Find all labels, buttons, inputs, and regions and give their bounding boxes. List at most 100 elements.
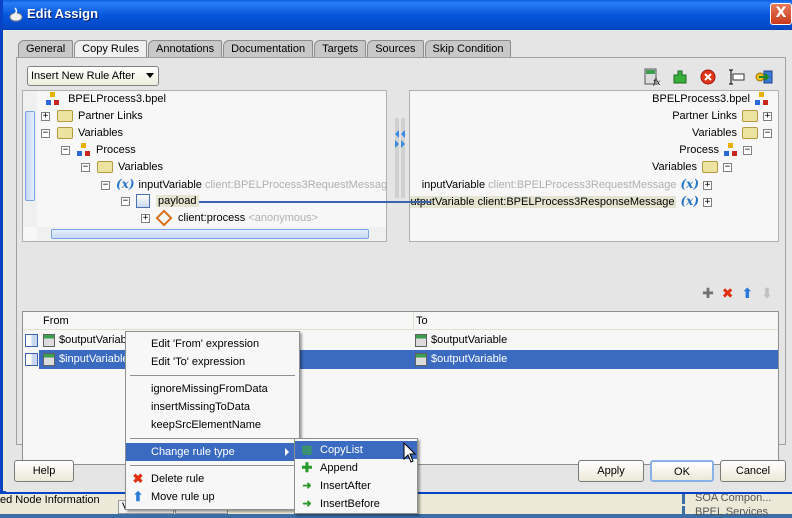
title-bar[interactable]: Edit Assign X	[3, 0, 792, 30]
expand-icon[interactable]: +	[763, 111, 772, 121]
tab-documentation[interactable]: Documentation	[223, 40, 314, 58]
help-button[interactable]: Help	[14, 460, 74, 482]
column-header-to[interactable]: To	[413, 312, 428, 330]
cancel-button[interactable]: Cancel	[720, 460, 786, 482]
tab-annotations[interactable]: Annotations	[148, 40, 223, 58]
scroll-thumb[interactable]	[51, 229, 369, 239]
expand-icon[interactable]: +	[141, 213, 150, 223]
collapse-icon[interactable]: −	[101, 180, 110, 190]
collapse-icon[interactable]: −	[41, 128, 50, 138]
tree-node-client-process[interactable]: + client:process <anonymous>	[141, 209, 318, 227]
tree-node-process-variables[interactable]: − Variables	[81, 159, 163, 176]
collapse-icon[interactable]: −	[81, 162, 90, 172]
divider-arrows-icon	[395, 118, 405, 198]
to-cell[interactable]: $outputVariable	[411, 350, 778, 369]
menu-item-insert-missing-to-data[interactable]: insertMissingToData	[126, 398, 299, 416]
close-button[interactable]: X	[770, 3, 792, 25]
menu-item-move-rule-up[interactable]: ⬆ Move rule up	[126, 488, 299, 506]
menu-item-edit-to[interactable]: Edit 'To' expression	[126, 353, 299, 371]
menu-item-delete-rule[interactable]: ✖ Delete rule	[126, 470, 299, 488]
process-icon	[46, 92, 60, 106]
menu-separator	[130, 465, 295, 466]
tree-type-label: client:BPELProcess3RequestMessage	[488, 179, 677, 191]
ok-button[interactable]: OK	[650, 460, 714, 482]
collapse-icon[interactable]: −	[723, 162, 732, 172]
source-tree-pane: BPELProcess3.bpel + Partner Links − Variab…	[22, 90, 387, 242]
submenu-item-append[interactable]: ✚ Append	[295, 459, 417, 477]
tree-label: BPELProcess3.bpel	[652, 93, 750, 105]
menu-label: Edit 'To' expression	[151, 356, 246, 368]
delete-rule-icon[interactable]: ✖	[722, 286, 734, 302]
arrow-up-icon: ⬆	[132, 489, 144, 504]
expand-icon[interactable]: +	[703, 197, 712, 207]
to-cell[interactable]: $outputVariable	[411, 331, 778, 350]
target-node-process-variables[interactable]: Variables −	[652, 159, 734, 176]
collapse-icon[interactable]: −	[61, 145, 70, 155]
insert-mode-value: Insert New Rule After	[31, 70, 135, 82]
submenu-item-insert-after[interactable]: ➜ InsertAfter	[295, 477, 417, 495]
coffee-cup-icon	[9, 7, 23, 22]
xml-fragment-icon[interactable]	[671, 68, 689, 86]
expand-icon[interactable]: +	[41, 111, 50, 121]
tree-node-variables[interactable]: − Variables	[41, 125, 123, 142]
expression-builder-icon[interactable]: fx	[643, 68, 661, 86]
collapse-icon[interactable]: −	[121, 196, 130, 206]
source-vertical-scrollbar[interactable]	[23, 91, 37, 227]
tab-bar: General Copy Rules Annotations Documenta…	[18, 40, 512, 59]
bulk-copy-icon[interactable]	[755, 68, 773, 86]
remove-icon[interactable]	[699, 68, 717, 86]
to-value: $outputVariable	[431, 334, 508, 346]
tree-node-input-variable[interactable]: − (x) inputVariable client:BPELProcess3Req…	[101, 176, 386, 193]
tree-node-payload[interactable]: − payload	[121, 193, 199, 210]
folder-open-icon	[702, 161, 718, 174]
menu-label: Move rule up	[151, 491, 215, 503]
background-node-info: ed Node Information	[0, 494, 100, 506]
variable-icon: (x)	[680, 194, 699, 208]
scroll-thumb[interactable]	[25, 111, 35, 201]
apply-button[interactable]: Apply	[578, 460, 644, 482]
menu-item-ignore-missing-from-data[interactable]: ignoreMissingFromData	[126, 380, 299, 398]
menu-item-edit-from[interactable]: Edit 'From' expression	[126, 335, 299, 353]
target-node-output-variable[interactable]: outputVariable client:BPELProcess3Respon…	[410, 193, 714, 210]
tab-targets[interactable]: Targets	[314, 40, 367, 58]
literal-icon[interactable]	[727, 68, 745, 86]
target-node-variables[interactable]: Variables −	[692, 125, 774, 142]
expression-icon	[415, 333, 427, 347]
tab-skip-condition[interactable]: Skip Condition	[424, 40, 512, 58]
tab-sources[interactable]: Sources	[367, 40, 424, 58]
from-value: $outputVariable	[59, 334, 136, 346]
move-up-icon[interactable]: ⬆	[742, 286, 754, 302]
collapse-icon[interactable]: −	[763, 128, 772, 138]
tree-node-process[interactable]: − Process	[61, 142, 136, 159]
tree-label: inputVariable	[421, 179, 486, 191]
target-node-root[interactable]: BPELProcess3.bpel	[652, 91, 774, 108]
mapping-link-line[interactable]	[199, 201, 431, 203]
menu-item-change-rule-type[interactable]: Change rule type	[126, 443, 299, 461]
expand-icon[interactable]: +	[703, 180, 712, 190]
insert-mode-select[interactable]: Insert New Rule After	[27, 66, 159, 86]
menu-label: insertMissingToData	[151, 401, 251, 413]
tree-node-root[interactable]: BPELProcess3.bpel	[41, 91, 166, 108]
source-horizontal-scrollbar[interactable]	[37, 227, 386, 241]
target-node-process[interactable]: Process −	[679, 142, 754, 159]
tab-general[interactable]: General	[18, 40, 74, 58]
submenu-item-copylist[interactable]: ▤ CopyList	[295, 441, 417, 459]
copylist-icon: ▤	[301, 444, 313, 456]
background-bpel-services[interactable]: BPEL Services	[682, 506, 768, 518]
rule-actions: ✚ ✖ ⬆ ⬇	[702, 286, 773, 302]
collapse-icon[interactable]: −	[743, 145, 752, 155]
target-node-input-variable[interactable]: inputVariable client:BPELProcess3Request…	[422, 176, 714, 193]
target-node-partner-links[interactable]: Partner Links +	[672, 108, 774, 125]
submenu-item-insert-before[interactable]: ➜ InsertBefore	[295, 495, 417, 513]
mapping-divider[interactable]	[394, 90, 406, 242]
column-header-from[interactable]: From	[43, 312, 69, 330]
add-rule-icon[interactable]: ✚	[702, 286, 714, 302]
tree-label: BPELProcess3.bpel	[68, 93, 166, 105]
edit-assign-dialog: Edit Assign X General Copy Rules Annotat…	[0, 0, 792, 494]
menu-item-keep-src-element-name[interactable]: keepSrcElementName	[126, 416, 299, 434]
element-icon	[155, 209, 173, 227]
menu-label: InsertAfter	[320, 480, 371, 492]
tree-node-partner-links[interactable]: + Partner Links	[41, 108, 143, 125]
svg-text:fx: fx	[652, 78, 661, 86]
move-down-icon[interactable]: ⬇	[761, 286, 773, 302]
